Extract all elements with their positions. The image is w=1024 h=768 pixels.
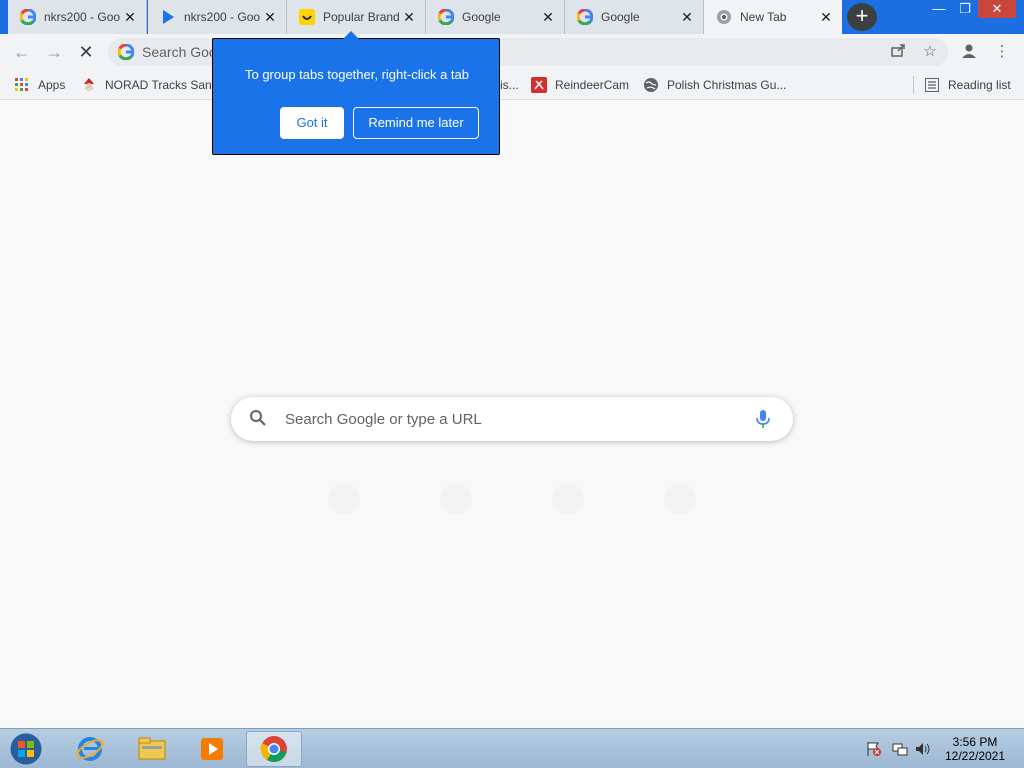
stop-button[interactable]: ✕ — [74, 40, 98, 64]
tab-title: nkrs200 - Goo — [44, 10, 120, 24]
volume-icon[interactable] — [915, 741, 931, 757]
star-icon[interactable]: ☆ — [920, 42, 940, 62]
tab-5[interactable]: Google ✕ — [565, 0, 704, 34]
google-icon — [577, 9, 593, 25]
got-it-button[interactable]: Got it — [280, 107, 344, 139]
bookmark-label: NORAD Tracks Santa — [105, 78, 222, 92]
profile-icon[interactable] — [959, 42, 979, 62]
shortcut-tile[interactable] — [328, 483, 360, 515]
reindeer-icon — [531, 77, 547, 93]
minimize-button[interactable]: — — [926, 0, 952, 18]
tab-title: Google — [462, 10, 501, 24]
tab-6-active[interactable]: New Tab ✕ — [704, 0, 842, 34]
bookmark-label: is... — [500, 78, 519, 92]
google-icon — [20, 9, 36, 25]
clock-time: 3:56 PM — [952, 735, 998, 749]
tab-3[interactable]: Popular Brand ✕ — [287, 0, 426, 34]
santa-icon — [81, 77, 97, 93]
bookmark-norad[interactable]: NORAD Tracks Santa — [81, 76, 222, 94]
reading-list-button[interactable]: Reading list — [924, 76, 1011, 94]
tab-title: New Tab — [740, 10, 787, 24]
bookmarks-divider — [913, 76, 914, 94]
google-icon — [117, 43, 135, 61]
bookmark-polish-christmas[interactable]: Polish Christmas Gu... — [643, 76, 786, 94]
search-icon — [249, 409, 269, 429]
play-icon — [160, 9, 176, 25]
globe-icon — [643, 77, 659, 93]
folder-icon — [138, 737, 166, 760]
reading-list-icon — [924, 77, 940, 93]
remind-later-button[interactable]: Remind me later — [353, 107, 479, 139]
apps-grid-icon — [14, 77, 30, 93]
search-placeholder: Search Google or type a URL — [285, 410, 482, 428]
omnibox-text: Search Goo — [142, 44, 217, 60]
microphone-icon[interactable] — [755, 409, 771, 429]
chrome-icon — [716, 9, 732, 25]
taskbar: 3:56 PM 12/22/2021 — [0, 728, 1024, 768]
bookmark-reindeercam[interactable]: ReindeerCam — [531, 76, 629, 94]
network-icon[interactable] — [892, 741, 908, 757]
bookmark-label: Reading list — [948, 78, 1011, 92]
close-icon[interactable]: ✕ — [260, 7, 280, 27]
bookmarks-bar: Apps NORAD Tracks Santa is... ReindeerCa… — [0, 70, 1024, 100]
bookmark-label: ReindeerCam — [555, 78, 630, 92]
bookmark-partial[interactable]: is... — [500, 76, 519, 94]
action-center-flag-icon[interactable] — [866, 741, 882, 757]
forward-button[interactable]: → — [42, 40, 66, 64]
close-icon[interactable]: ✕ — [120, 7, 140, 27]
smiley-icon — [299, 9, 315, 25]
system-clock[interactable]: 3:56 PM 12/22/2021 — [940, 735, 1010, 763]
internet-explorer-icon — [76, 737, 104, 761]
tab-strip: nkrs200 - Goo ✕ nkrs200 - Goo ✕ Popular … — [0, 0, 1024, 34]
shortcut-tile[interactable] — [440, 483, 472, 515]
internet-explorer-taskbar-button[interactable] — [62, 731, 118, 767]
tab-1[interactable]: nkrs200 - Goo ✕ — [8, 0, 147, 34]
tab-title: Google — [601, 10, 640, 24]
bookmark-label: Polish Christmas Gu... — [667, 78, 787, 92]
tip-text: To group tabs together, right-click a ta… — [244, 67, 469, 82]
bookmark-label: Apps — [38, 78, 66, 92]
bookmark-apps[interactable]: Apps — [14, 76, 65, 94]
close-icon[interactable]: ✕ — [816, 7, 836, 27]
google-icon — [438, 9, 454, 25]
back-button[interactable]: ← — [10, 40, 34, 64]
menu-icon[interactable]: ⋮ — [992, 42, 1012, 62]
window-close-button[interactable]: ✕ — [978, 0, 1016, 18]
ntp-search-box[interactable]: Search Google or type a URL — [231, 397, 793, 441]
windows-logo-icon — [9, 732, 43, 766]
add-shortcut-tile[interactable] — [664, 483, 696, 515]
close-icon[interactable]: ✕ — [677, 7, 697, 27]
start-button[interactable] — [6, 731, 46, 767]
tab-4[interactable]: Google ✕ — [426, 0, 565, 34]
tab-title: Popular Brand — [323, 10, 399, 24]
share-icon[interactable] — [888, 42, 908, 62]
chrome-taskbar-button[interactable] — [246, 731, 302, 767]
new-tab-button[interactable]: + — [847, 3, 877, 31]
close-icon[interactable]: ✕ — [538, 7, 558, 27]
tab-title: nkrs200 - Goo — [184, 10, 260, 24]
tab-2[interactable]: nkrs200 - Goo ✕ — [148, 0, 287, 34]
chrome-icon — [260, 736, 287, 762]
media-player-icon — [201, 738, 223, 760]
shortcut-tile[interactable] — [552, 483, 584, 515]
media-player-taskbar-button[interactable] — [184, 731, 240, 767]
close-icon[interactable]: ✕ — [399, 7, 419, 27]
explorer-taskbar-button[interactable] — [124, 731, 180, 767]
clock-date: 12/22/2021 — [944, 749, 1006, 763]
tab-group-tip-bubble: To group tabs together, right-click a ta… — [212, 31, 500, 155]
restore-button[interactable]: ❐ — [952, 0, 978, 18]
